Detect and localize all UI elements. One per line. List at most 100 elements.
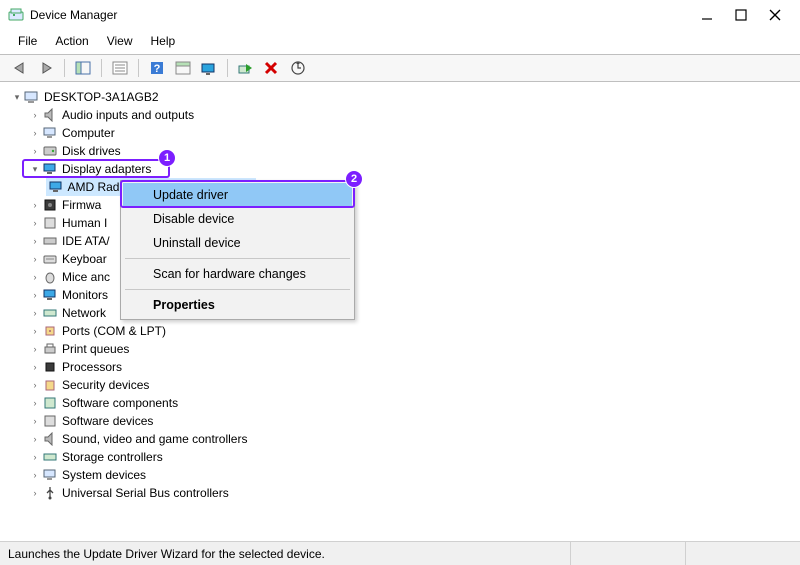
tree-item-display-adapters[interactable]: Display adapters <box>62 160 151 178</box>
tree-item[interactable]: Software devices <box>62 412 153 430</box>
svg-text:?: ? <box>154 63 161 75</box>
forward-button[interactable] <box>36 58 56 78</box>
printer-icon <box>42 341 58 357</box>
expand-toggle[interactable]: › <box>28 124 42 142</box>
expand-toggle[interactable]: › <box>28 268 42 286</box>
tree-item[interactable]: Ports (COM & LPT) <box>62 322 166 340</box>
expand-toggle[interactable]: › <box>28 286 42 304</box>
usb-icon <box>42 485 58 501</box>
mouse-icon <box>42 269 58 285</box>
ctx-disable-device[interactable]: Disable device <box>123 207 352 231</box>
menu-help[interactable]: Help <box>147 32 180 50</box>
close-button[interactable] <box>768 8 782 22</box>
computer-root-icon <box>24 89 40 105</box>
tree-item[interactable]: Sound, video and game controllers <box>62 430 247 448</box>
update-driver-icon[interactable] <box>199 58 219 78</box>
expand-toggle[interactable]: › <box>28 358 42 376</box>
ctx-update-driver[interactable]: Update driver <box>123 183 352 207</box>
tree-item[interactable]: Human I <box>62 214 107 232</box>
back-button[interactable] <box>10 58 30 78</box>
expand-toggle[interactable]: › <box>28 430 42 448</box>
tree-item[interactable]: Disk drives <box>62 142 121 160</box>
sound-controller-icon <box>42 431 58 447</box>
maximize-button[interactable] <box>734 8 748 22</box>
properties-icon[interactable] <box>110 58 130 78</box>
disk-icon <box>42 143 58 159</box>
system-device-icon <box>42 467 58 483</box>
app-icon <box>8 7 24 23</box>
tree-item[interactable]: Monitors <box>62 286 108 304</box>
tree-item[interactable]: Storage controllers <box>62 448 163 466</box>
keyboard-icon <box>42 251 58 267</box>
software-device-icon <box>42 413 58 429</box>
expand-toggle[interactable]: › <box>28 394 42 412</box>
statusbar: Launches the Update Driver Wizard for th… <box>0 541 800 565</box>
expand-toggle[interactable]: › <box>28 376 42 394</box>
action-properties-icon[interactable] <box>173 58 193 78</box>
expand-toggle[interactable]: › <box>28 142 42 160</box>
tree-item[interactable]: Network <box>62 304 106 322</box>
expand-toggle[interactable]: › <box>28 232 42 250</box>
menu-action[interactable]: Action <box>51 32 92 50</box>
menubar: File Action View Help <box>0 30 800 54</box>
expand-toggle[interactable]: › <box>28 214 42 232</box>
processor-icon <box>42 359 58 375</box>
tree-item[interactable]: Computer <box>62 124 115 142</box>
storage-controller-icon <box>42 449 58 465</box>
expand-toggle[interactable]: › <box>28 484 42 502</box>
ide-icon <box>42 233 58 249</box>
window-title: Device Manager <box>30 8 117 22</box>
ctx-uninstall-device[interactable]: Uninstall device <box>123 231 352 255</box>
tree-item[interactable]: System devices <box>62 466 146 484</box>
audio-icon <box>42 107 58 123</box>
hid-icon <box>42 215 58 231</box>
expand-toggle[interactable]: › <box>28 250 42 268</box>
tree-item[interactable]: Keyboar <box>62 250 107 268</box>
menu-file[interactable]: File <box>14 32 41 50</box>
expand-toggle[interactable]: › <box>28 448 42 466</box>
network-icon <box>42 305 58 321</box>
expand-toggle[interactable]: › <box>28 196 42 214</box>
tree-item[interactable]: IDE ATA/ <box>62 232 110 250</box>
tree-item[interactable]: Processors <box>62 358 122 376</box>
display-adapter-icon <box>48 179 63 195</box>
software-component-icon <box>42 395 58 411</box>
tree-item[interactable]: Print queues <box>62 340 129 358</box>
tree-item[interactable]: Audio inputs and outputs <box>62 106 194 124</box>
uninstall-device-icon[interactable] <box>262 58 282 78</box>
scan-hardware-icon[interactable] <box>288 58 308 78</box>
expand-toggle[interactable]: ▾ <box>10 88 24 106</box>
titlebar: Device Manager <box>0 0 800 30</box>
monitor-icon <box>42 287 58 303</box>
context-menu: Update driver Disable device Uninstall d… <box>120 180 355 320</box>
expand-toggle[interactable]: › <box>28 106 42 124</box>
ctx-separator <box>125 289 350 290</box>
display-adapter-icon <box>42 161 58 177</box>
ctx-properties[interactable]: Properties <box>123 293 352 317</box>
computer-icon <box>42 125 58 141</box>
ports-icon <box>42 323 58 339</box>
tree-item[interactable]: Security devices <box>62 376 149 394</box>
tree-root[interactable]: DESKTOP-3A1AGB2 <box>44 88 159 106</box>
toolbar: ? <box>0 54 800 82</box>
status-text: Launches the Update Driver Wizard for th… <box>8 547 325 561</box>
firmware-icon <box>42 197 58 213</box>
expand-toggle[interactable]: › <box>28 466 42 484</box>
menu-view[interactable]: View <box>103 32 137 50</box>
expand-toggle[interactable]: › <box>28 322 42 340</box>
expand-toggle[interactable]: › <box>28 340 42 358</box>
security-icon <box>42 377 58 393</box>
expand-toggle[interactable]: › <box>28 412 42 430</box>
tree-item[interactable]: Universal Serial Bus controllers <box>62 484 229 502</box>
expand-toggle[interactable]: › <box>28 304 42 322</box>
tree-item[interactable]: Software components <box>62 394 178 412</box>
tree-item[interactable]: Mice anc <box>62 268 110 286</box>
ctx-scan-hardware[interactable]: Scan for hardware changes <box>123 262 352 286</box>
ctx-separator <box>125 258 350 259</box>
enable-device-icon[interactable] <box>236 58 256 78</box>
help-icon[interactable]: ? <box>147 58 167 78</box>
tree-item[interactable]: Firmwa <box>62 196 101 214</box>
expand-toggle[interactable]: ▾ <box>28 160 42 178</box>
minimize-button[interactable] <box>700 8 714 22</box>
show-hide-tree-icon[interactable] <box>73 58 93 78</box>
